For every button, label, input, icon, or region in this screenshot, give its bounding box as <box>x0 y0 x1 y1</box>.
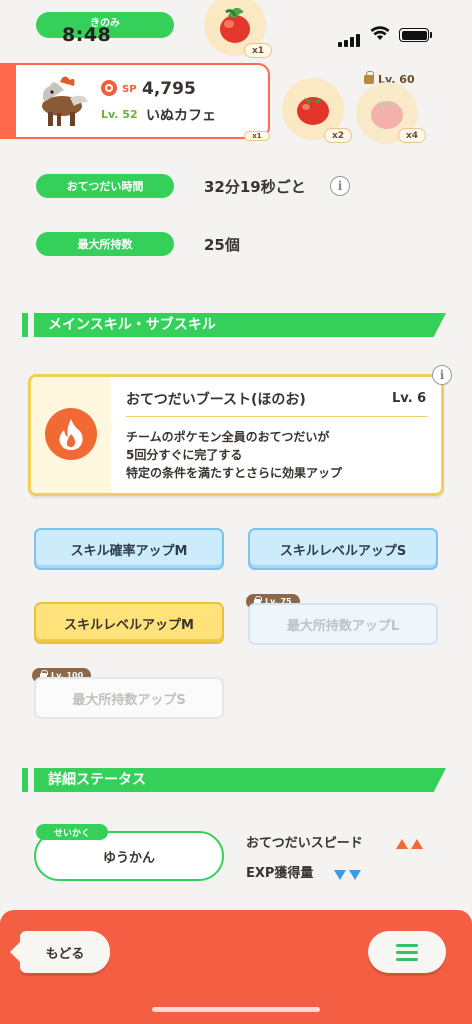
stat-exp-label: EXP獲得量 <box>246 866 314 881</box>
fire-icon <box>45 408 97 460</box>
section-header-details: 詳細ステータス <box>22 768 446 792</box>
status-time: 8:48 <box>62 24 112 46</box>
signal-icon <box>338 28 362 47</box>
berry-count-badge: x2 <box>324 128 352 143</box>
berry-count-badge: x1 <box>244 131 270 141</box>
pokemon-level: Lv. 52 <box>101 108 138 121</box>
pokemon-card-accent <box>0 63 16 139</box>
sub-skill-button-locked[interactable]: 最大所持数アップL <box>248 603 438 645</box>
sub-skill-button[interactable]: スキルレベルアップS <box>248 528 438 570</box>
wifi-icon <box>370 25 390 45</box>
pokeball-icon <box>100 79 118 101</box>
berry-count-badge: x4 <box>398 128 426 143</box>
sub-skill-button[interactable]: スキル確率アップM <box>34 528 224 570</box>
menu-button[interactable] <box>368 931 446 973</box>
battery-icon <box>399 28 429 42</box>
stat-help-speed-label: おてつだいスピード <box>246 836 363 851</box>
hamburger-menu-icon <box>396 940 418 965</box>
main-skill-desc-line: チームのポケモン全員のおてつだいが <box>126 430 330 444</box>
nature-tag: せいかく <box>36 824 108 840</box>
sp-label: SP <box>122 84 137 95</box>
stat-up-icon <box>396 834 426 853</box>
home-indicator[interactable] <box>152 1007 320 1012</box>
help-time-label: おてつだい時間 <box>36 174 174 198</box>
main-skill-desc-line: 5回分すぐに完了する <box>126 448 243 462</box>
back-button[interactable]: もどる <box>10 931 110 973</box>
pokemon-nickname: いぬカフェ <box>146 108 216 124</box>
main-skill-level: Lv. 6 <box>392 391 427 406</box>
info-icon[interactable]: i <box>432 365 452 385</box>
berry-count-badge: x1 <box>244 43 272 58</box>
sub-skill-button-locked[interactable]: 最大所持数アップS <box>34 677 224 719</box>
info-icon[interactable]: i <box>330 176 350 196</box>
main-skill-name: おてつだいブースト(ほのお) <box>126 392 306 408</box>
divider <box>126 416 428 417</box>
section-header-skills: メインスキル・サブスキル <box>22 313 446 337</box>
sub-skill-button[interactable]: スキルレベルアップM <box>34 602 224 644</box>
main-skill-desc-line: 特定の条件を満たすとさらに効果アップ <box>126 466 343 480</box>
max-carry-value: 25個 <box>204 236 240 254</box>
section-title: 詳細ステータス <box>34 768 446 792</box>
sp-value: 4,795 <box>142 79 196 99</box>
max-carry-label: 最大所持数 <box>36 232 174 256</box>
battery-tip <box>430 32 432 38</box>
help-time-value: 32分19秒ごと <box>204 178 306 196</box>
entei-icon <box>30 72 94 132</box>
section-title: メインスキル・サブスキル <box>34 313 446 337</box>
stat-down-icon <box>334 865 364 884</box>
back-button-label: もどる <box>45 946 85 962</box>
